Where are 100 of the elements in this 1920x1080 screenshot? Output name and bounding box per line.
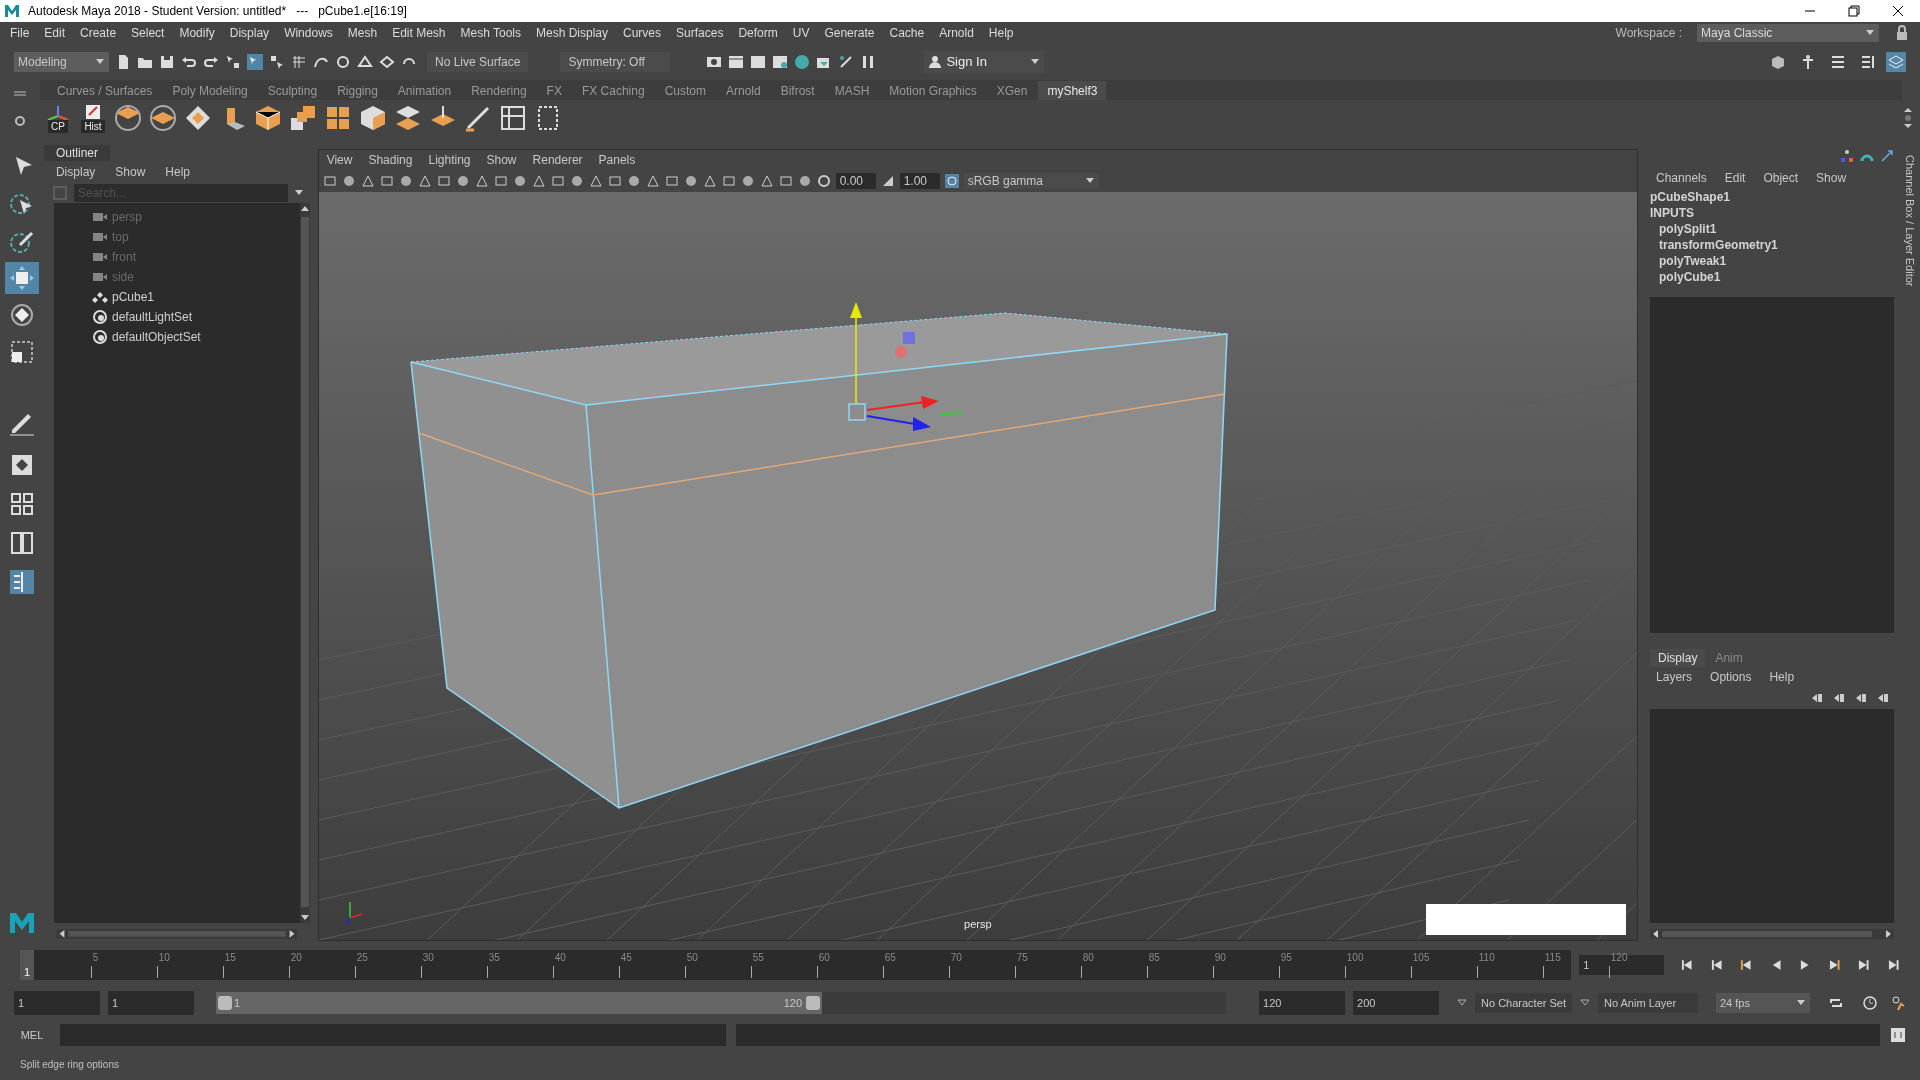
split-cube-icon[interactable] [289,104,317,132]
shelf-tab[interactable]: Arnold [716,81,770,100]
shelf-tab[interactable]: myShelf3 [1038,81,1107,100]
step-forward-icon[interactable] [1857,958,1871,972]
menu-item[interactable]: Channels [1656,169,1707,187]
expand-icon[interactable] [1880,149,1895,163]
layers-icon[interactable] [149,104,177,132]
menu-item[interactable]: Modify [179,24,215,42]
undo-icon[interactable] [181,54,197,70]
shelf-tab[interactable]: Curves / Surfaces [48,81,162,100]
range-handle[interactable] [806,996,820,1010]
playback-start-field[interactable]: 1 [108,991,194,1015]
menu-item[interactable]: View [326,151,353,169]
tool-settings-icon[interactable] [1860,54,1876,70]
node-graph-icon[interactable] [1840,149,1855,163]
caret-icon[interactable] [1457,998,1467,1008]
color-management-icon[interactable] [944,174,959,188]
menu-icon[interactable] [13,89,27,97]
input-node[interactable]: polyCube1 [1650,269,1895,285]
move-layer-up-icon[interactable] [1810,691,1825,705]
script-editor-icon[interactable] [1890,1027,1906,1043]
symmetry-field[interactable]: Symmetry: Off [560,52,671,72]
outliner-item[interactable]: defaultLightSet [91,307,300,328]
diamond-icon[interactable] [184,104,212,132]
select-object-icon[interactable] [247,54,263,70]
shelf-tab[interactable]: FX Caching [572,81,654,100]
modeling-toolkit-icon[interactable] [1770,54,1786,70]
menu-item[interactable]: Edit [1724,169,1746,187]
menu-item[interactable]: Select [131,24,165,42]
mode-dropdown[interactable]: Modeling [14,52,109,72]
render-view-icon[interactable] [706,54,723,70]
side-tab[interactable]: Channel Box / Layer Editor [1903,155,1917,945]
range-slider[interactable] [216,992,1226,1014]
squares-icon[interactable] [324,104,352,132]
planes-icon[interactable] [394,104,422,132]
menu-item[interactable]: Deform [738,24,778,42]
channel-box-icon[interactable] [1886,52,1906,72]
cached-playback-icon[interactable] [1862,995,1878,1011]
sign-in-button[interactable]: Sign In [924,51,1045,73]
workspace-dropdown[interactable]: Maya Classic [1697,24,1879,42]
fps-dropdown[interactable]: 24 fps [1716,993,1810,1013]
layout-outliner-icon[interactable] [7,568,36,596]
menu-item[interactable]: Options [1710,668,1752,686]
horizontal-scrollbar-icon[interactable] [1650,929,1895,939]
menu-item[interactable]: Display [229,24,270,42]
outliner-item[interactable]: defaultObjectSet [91,327,300,348]
color-space-dropdown[interactable]: sRGB gamma [963,173,1099,189]
menu-item[interactable]: Help [988,24,1014,42]
shelf-scroll-icon[interactable] [1902,106,1914,130]
center-pivot-button[interactable]: CP [48,120,68,133]
menu-item[interactable]: Shading [368,151,413,169]
select-hierarchy-icon[interactable] [225,54,241,70]
cube-mesh-drawing[interactable] [409,312,1228,809]
menu-item[interactable]: Surfaces [676,24,724,42]
exposure-icon[interactable] [816,174,831,188]
caret-icon[interactable] [1580,998,1590,1008]
menu-item[interactable]: Edit [44,24,66,42]
cube-icon[interactable] [254,104,282,132]
menu-item[interactable]: Edit Mesh [392,24,446,42]
render-frame-icon[interactable] [728,54,745,70]
shelf-tab[interactable]: FX [537,81,571,100]
input-node[interactable]: polyTweak1 [1650,253,1895,269]
shelf-tab[interactable]: XGen [987,81,1037,100]
shelf-tab[interactable]: Custom [655,81,715,100]
input-node[interactable]: polySplit1 [1650,221,1895,237]
menu-item[interactable]: Help [165,162,191,181]
exposure-field[interactable]: 0.00 [835,173,876,189]
history-button[interactable]: Hist [81,120,105,133]
object-name[interactable]: pCubeShape1 [1650,189,1895,205]
auto-key-icon[interactable] [1890,995,1906,1011]
next-key-icon[interactable] [1827,958,1842,972]
knife-icon[interactable] [464,104,492,132]
snap-view-icon[interactable] [357,54,373,70]
move-tool-button[interactable] [4,262,39,294]
ipr-render-icon[interactable] [750,54,767,70]
menu-item[interactable]: Display [55,162,96,181]
menu-item[interactable]: Create [80,24,117,42]
snap-point-icon[interactable] [335,54,351,70]
menu-item[interactable]: Help [1769,668,1795,686]
box-icon[interactable] [359,104,387,132]
settings-icon[interactable] [14,115,26,127]
character-controls-icon[interactable] [1800,54,1816,70]
attribute-editor-icon[interactable] [1830,54,1846,70]
menu-item[interactable]: UV [792,24,810,42]
playback-end-field[interactable]: 120 [1259,991,1345,1015]
step-back-icon[interactable] [1709,958,1724,972]
live-surface-field[interactable]: No Live Surface [427,52,529,72]
menu-item[interactable]: File [10,24,30,42]
go-to-start-icon[interactable] [1680,958,1694,972]
menu-item[interactable]: Show [1816,169,1847,187]
menu-item[interactable]: Mesh [347,24,378,42]
script-language-button[interactable]: MEL [14,1026,50,1044]
gamma-field[interactable]: 1.00 [899,173,940,189]
redo-icon[interactable] [203,54,219,70]
snap-grid-icon[interactable] [291,54,307,70]
end-frame-field[interactable]: 200 [1353,991,1439,1015]
menu-item[interactable]: Windows [284,24,333,42]
current-frame-marker[interactable]: 1 [20,950,34,980]
command-input-field[interactable] [60,1024,726,1046]
shelf-tab[interactable]: Rendering [462,81,536,100]
